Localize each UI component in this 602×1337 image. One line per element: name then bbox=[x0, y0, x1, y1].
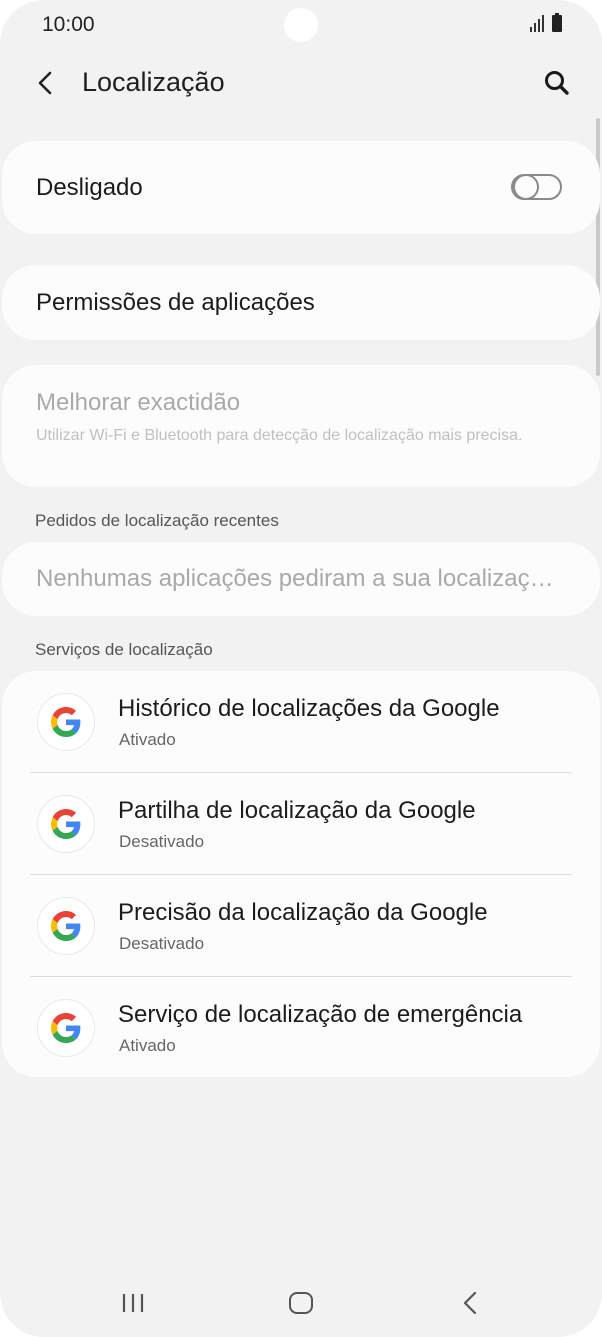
app-permissions-row[interactable]: Permissões de aplicações bbox=[2, 265, 600, 340]
location-services-header: Serviços de localização bbox=[35, 640, 213, 659]
status-icons bbox=[530, 13, 562, 32]
location-services-list: Histórico de localizações da Google Ativ… bbox=[2, 671, 600, 1077]
service-item-google-location-accuracy[interactable]: Precisão da localização da Google Desati… bbox=[2, 875, 600, 977]
service-item-google-location-history[interactable]: Histórico de localizações da Google Ativ… bbox=[2, 671, 600, 773]
chevron-left-icon[interactable] bbox=[34, 68, 58, 98]
service-item-title: Partilha de localização da Google bbox=[118, 797, 476, 824]
status-bar: 10:00 bbox=[0, 0, 602, 52]
page-title: Localização bbox=[82, 67, 225, 97]
service-item-google-location-sharing[interactable]: Partilha de localização da Google Desati… bbox=[2, 773, 600, 875]
google-icon bbox=[37, 693, 95, 751]
location-toggle-switch[interactable] bbox=[511, 174, 562, 200]
improve-accuracy-title: Melhorar exactidão bbox=[36, 389, 241, 416]
service-item-emergency-location-service[interactable]: Serviço de localização de emergência Ati… bbox=[2, 977, 600, 1079]
status-time: 10:00 bbox=[42, 13, 95, 36]
service-item-title: Serviço de localização de emergência bbox=[118, 1001, 523, 1028]
service-item-status: Desativado bbox=[119, 934, 205, 953]
app-bar: Localização bbox=[0, 52, 602, 114]
service-item-status: Desativado bbox=[119, 832, 205, 851]
location-toggle-label: Desligado bbox=[36, 174, 143, 201]
service-item-title: Histórico de localizações da Google bbox=[118, 695, 500, 722]
location-toggle-row[interactable]: Desligado bbox=[2, 141, 600, 234]
improve-accuracy-row: Melhorar exactidão Utilizar Wi-Fi e Blue… bbox=[2, 365, 600, 487]
back-nav-icon[interactable] bbox=[460, 1290, 480, 1316]
google-icon bbox=[37, 897, 95, 955]
google-icon bbox=[37, 795, 95, 853]
recent-requests-card: Nenhumas aplicações pediram a sua locali… bbox=[2, 542, 600, 616]
recent-requests-header: Pedidos de localização recentes bbox=[35, 511, 279, 530]
navigation-bar bbox=[0, 1270, 602, 1337]
camera-cutout bbox=[284, 8, 318, 42]
toggle-knob bbox=[513, 174, 539, 200]
app-permissions-label: Permissões de aplicações bbox=[36, 289, 315, 316]
scroll-indicator[interactable] bbox=[596, 118, 600, 376]
phone-screen: 10:00 Localização Desligado Permissões d… bbox=[0, 0, 602, 1337]
signal-icon bbox=[530, 14, 544, 32]
service-item-status: Ativado bbox=[119, 730, 176, 749]
improve-accuracy-subtitle: Utilizar Wi-Fi e Bluetooth para detecção… bbox=[36, 427, 523, 444]
recent-apps-icon[interactable] bbox=[120, 1292, 146, 1314]
home-icon[interactable] bbox=[289, 1292, 313, 1314]
service-item-status: Ativado bbox=[119, 1036, 176, 1055]
service-item-title: Precisão da localização da Google bbox=[118, 899, 488, 926]
battery-icon bbox=[552, 13, 562, 32]
recent-requests-empty-text: Nenhumas aplicações pediram a sua locali… bbox=[36, 565, 566, 592]
search-icon[interactable] bbox=[542, 68, 572, 98]
google-icon bbox=[37, 999, 95, 1057]
